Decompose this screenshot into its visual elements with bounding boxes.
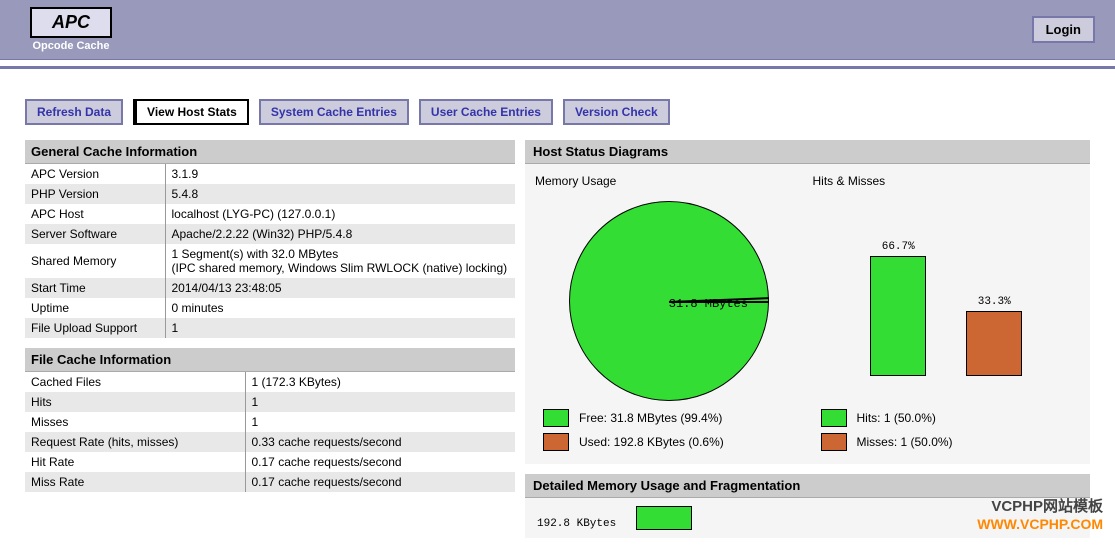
info-value: 0.17 cache requests/second bbox=[245, 472, 515, 492]
info-label: Start Time bbox=[25, 278, 165, 298]
file-cache-title: File Cache Information bbox=[25, 348, 515, 372]
info-label: Miss Rate bbox=[25, 472, 245, 492]
table-row: PHP Version5.4.8 bbox=[25, 184, 515, 204]
info-value: Apache/2.2.22 (Win32) PHP/5.4.8 bbox=[165, 224, 515, 244]
info-value: 0.33 cache requests/second bbox=[245, 432, 515, 452]
legend-text: Used: 192.8 KBytes (0.6%) bbox=[579, 435, 724, 449]
legend-misses: Misses: 1 (50.0%) bbox=[813, 430, 1081, 454]
info-label: Shared Memory bbox=[25, 244, 165, 278]
hits-misses-diagram: Hits & Misses 66.7% 33.3% Hits: bbox=[808, 169, 1086, 459]
memory-pie-chart: 31.8 MBytes bbox=[569, 201, 769, 401]
header-bar: APC Opcode Cache Login bbox=[0, 0, 1115, 60]
misses-bar bbox=[966, 311, 1022, 376]
info-value: 1 bbox=[165, 318, 515, 338]
swatch-red-icon bbox=[543, 433, 569, 451]
table-row: APC Version3.1.9 bbox=[25, 164, 515, 184]
watermark-text-2: WWW.VCPHP.COM bbox=[977, 516, 1103, 532]
table-row: Miss Rate0.17 cache requests/second bbox=[25, 472, 515, 492]
info-label: File Upload Support bbox=[25, 318, 165, 338]
hits-misses-title: Hits & Misses bbox=[813, 174, 1081, 188]
info-value: 3.1.9 bbox=[165, 164, 515, 184]
watermark: VCPHP网站模板 WWW.VCPHP.COM bbox=[977, 495, 1103, 532]
info-label: Hit Rate bbox=[25, 452, 245, 472]
info-label: Hits bbox=[25, 392, 245, 412]
file-cache-table: Cached Files1 (172.3 KBytes) Hits1 Misse… bbox=[25, 372, 515, 492]
swatch-green-icon bbox=[543, 409, 569, 427]
table-row: Start Time2014/04/13 23:48:05 bbox=[25, 278, 515, 298]
table-row: Misses1 bbox=[25, 412, 515, 432]
info-label: APC Version bbox=[25, 164, 165, 184]
info-value: 5.4.8 bbox=[165, 184, 515, 204]
table-row: Server SoftwareApache/2.2.22 (Win32) PHP… bbox=[25, 224, 515, 244]
fragmentation-bar bbox=[636, 506, 692, 530]
nav-system-cache-entries[interactable]: System Cache Entries bbox=[259, 99, 409, 125]
general-cache-table: APC Version3.1.9 PHP Version5.4.8 APC Ho… bbox=[25, 164, 515, 338]
logo-box: APC Opcode Cache bbox=[30, 7, 112, 52]
legend-text: Free: 31.8 MBytes (99.4%) bbox=[579, 411, 722, 425]
legend-hits: Hits: 1 (50.0%) bbox=[813, 406, 1081, 430]
general-cache-panel: General Cache Information APC Version3.1… bbox=[25, 140, 515, 338]
file-cache-panel: File Cache Information Cached Files1 (17… bbox=[25, 348, 515, 492]
legend-text: Misses: 1 (50.0%) bbox=[857, 435, 953, 449]
info-value: 1 bbox=[245, 392, 515, 412]
table-row: APC Hostlocalhost (LYG-PC) (127.0.0.1) bbox=[25, 204, 515, 224]
memory-usage-diagram: Memory Usage 31.8 MBytes Free: 31.8 MByt… bbox=[530, 169, 808, 459]
logo-sub: Opcode Cache bbox=[32, 40, 109, 52]
bar-label: 66.7% bbox=[882, 241, 915, 253]
info-label: Cached Files bbox=[25, 372, 245, 392]
pie-label: 31.8 MBytes bbox=[669, 297, 748, 311]
fragmentation-label: 192.8 KBytes bbox=[537, 518, 616, 530]
info-value: 2014/04/13 23:48:05 bbox=[165, 278, 515, 298]
legend-used: Used: 192.8 KBytes (0.6%) bbox=[535, 430, 803, 454]
general-cache-title: General Cache Information bbox=[25, 140, 515, 164]
info-value: 0.17 cache requests/second bbox=[245, 452, 515, 472]
table-row: Request Rate (hits, misses)0.33 cache re… bbox=[25, 432, 515, 452]
info-label: Uptime bbox=[25, 298, 165, 318]
hits-bar bbox=[870, 256, 926, 376]
table-row: Shared Memory1 Segment(s) with 32.0 MByt… bbox=[25, 244, 515, 278]
swatch-green-icon bbox=[821, 409, 847, 427]
table-row: Hits1 bbox=[25, 392, 515, 412]
nav-version-check[interactable]: Version Check bbox=[563, 99, 670, 125]
info-label: Misses bbox=[25, 412, 245, 432]
table-row: File Upload Support1 bbox=[25, 318, 515, 338]
legend-text: Hits: 1 (50.0%) bbox=[857, 411, 936, 425]
info-label: Request Rate (hits, misses) bbox=[25, 432, 245, 452]
bar-label: 33.3% bbox=[978, 296, 1011, 308]
info-value: 0 minutes bbox=[165, 298, 515, 318]
nav-bar: Refresh Data View Host Stats System Cach… bbox=[0, 69, 1115, 140]
login-button[interactable]: Login bbox=[1032, 16, 1095, 43]
legend-free: Free: 31.8 MBytes (99.4%) bbox=[535, 406, 803, 430]
info-label: Server Software bbox=[25, 224, 165, 244]
nav-view-host-stats: View Host Stats bbox=[133, 99, 249, 125]
info-label: PHP Version bbox=[25, 184, 165, 204]
memory-usage-title: Memory Usage bbox=[535, 174, 803, 188]
table-row: Uptime0 minutes bbox=[25, 298, 515, 318]
nav-user-cache-entries[interactable]: User Cache Entries bbox=[419, 99, 553, 125]
info-label: APC Host bbox=[25, 204, 165, 224]
info-value: localhost (LYG-PC) (127.0.0.1) bbox=[165, 204, 515, 224]
host-status-title: Host Status Diagrams bbox=[525, 140, 1090, 164]
info-value: 1 bbox=[245, 412, 515, 432]
table-row: Cached Files1 (172.3 KBytes) bbox=[25, 372, 515, 392]
info-value: 1 (172.3 KBytes) bbox=[245, 372, 515, 392]
info-value: 1 Segment(s) with 32.0 MBytes (IPC share… bbox=[165, 244, 515, 278]
logo-main: APC bbox=[30, 7, 112, 38]
host-status-panel: Host Status Diagrams Memory Usage 31.8 M… bbox=[525, 140, 1090, 464]
table-row: Hit Rate0.17 cache requests/second bbox=[25, 452, 515, 472]
watermark-text-1: VCPHP网站模板 bbox=[977, 495, 1103, 516]
nav-refresh-data[interactable]: Refresh Data bbox=[25, 99, 123, 125]
swatch-red-icon bbox=[821, 433, 847, 451]
